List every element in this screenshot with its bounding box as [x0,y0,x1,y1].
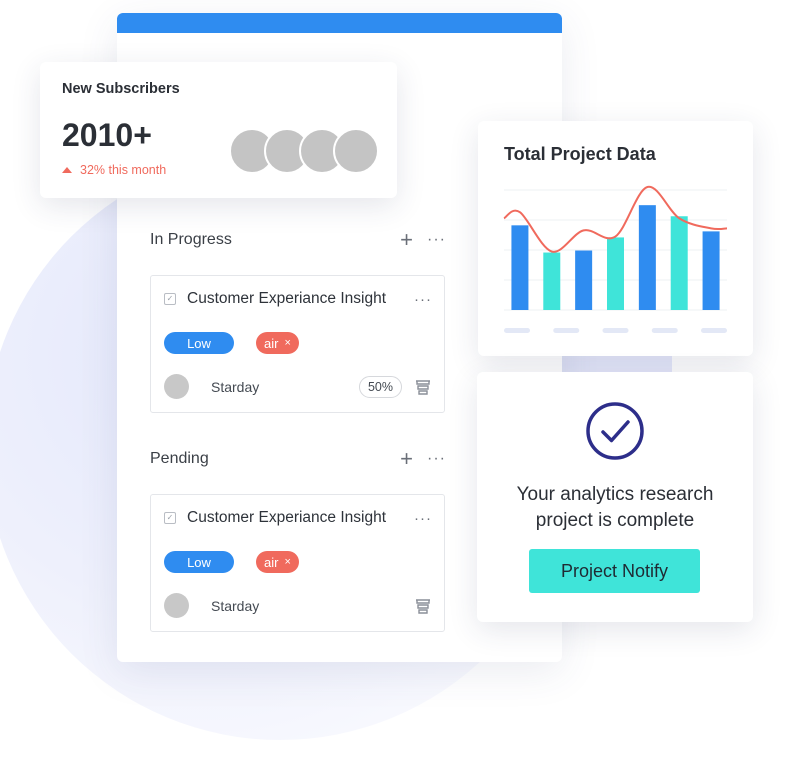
checkbox-icon[interactable]: ✓ [164,512,176,524]
task-card[interactable]: ✓ Customer Experiance Insight ··· Low ai… [150,275,445,413]
x-axis-label-placeholder [602,328,629,333]
chart-bar [670,216,688,310]
avatar-group [229,128,379,174]
message-line: Your analytics research [516,484,714,505]
tag-chip: air × [256,551,299,573]
assignee-name: Starday [211,378,260,395]
avatar [164,593,189,618]
chart-bar [607,237,624,310]
message-line: project is complete [535,510,695,531]
chart-bar [638,205,656,310]
subscriber-count: 2010+ [62,117,152,153]
remove-tag-icon[interactable]: × [284,556,290,568]
x-axis-label-placeholder [651,328,678,333]
chart-bar [702,231,720,310]
project-notify-button[interactable]: Project Notify [529,549,700,593]
x-axis-label-placeholder [553,328,580,333]
layers-icon[interactable] [414,597,432,615]
trend-text: 32% this month [80,163,167,177]
x-axis-label-placeholder [504,328,530,333]
completion-message: Your analytics research project is compl… [487,482,743,534]
board-header-bar [117,13,562,33]
priority-badge: Low [164,551,234,573]
section-title: Pending [150,450,209,467]
trend-indicator: 32% this month [62,163,166,177]
progress-badge: 50% [358,375,402,398]
add-icon[interactable]: + [400,229,413,251]
new-subscribers-card: New Subscribers 2010+ 32% this month [40,62,397,198]
tag-chip: air × [256,332,299,354]
trend-up-icon [62,167,72,173]
chart-bar [511,225,529,310]
bar-chart [503,186,728,333]
priority-badge: Low [164,332,234,354]
more-icon[interactable]: ··· [427,451,446,467]
remove-tag-icon[interactable]: × [284,337,290,349]
more-icon[interactable]: ··· [427,232,446,248]
chart-bar [575,250,593,310]
chart-bar [543,252,561,310]
checkbox-icon[interactable]: ✓ [164,293,176,305]
section-header-in-progress: In Progress + ··· [150,228,446,252]
tag-label: air [264,554,279,570]
add-icon[interactable]: + [400,448,413,470]
task-title: Customer Experiance Insight [187,509,387,526]
task-more-icon[interactable]: ··· [414,291,432,308]
avatar [333,128,379,174]
assignee-name: Starday [211,597,260,614]
task-title: Customer Experiance Insight [187,290,387,307]
x-axis-label-placeholder [701,328,727,333]
tag-label: air [264,335,279,351]
layers-icon[interactable] [414,378,432,396]
section-header-pending: Pending + ··· [150,447,446,471]
avatar [164,374,189,399]
task-more-icon[interactable]: ··· [414,510,432,527]
card-title: New Subscribers [62,81,180,97]
task-card[interactable]: ✓ Customer Experiance Insight ··· Low ai… [150,494,445,632]
check-circle-icon [586,402,644,460]
project-complete-card: Your analytics research project is compl… [477,372,753,622]
section-title: In Progress [150,231,232,248]
total-project-data-card: Total Project Data [478,121,753,356]
